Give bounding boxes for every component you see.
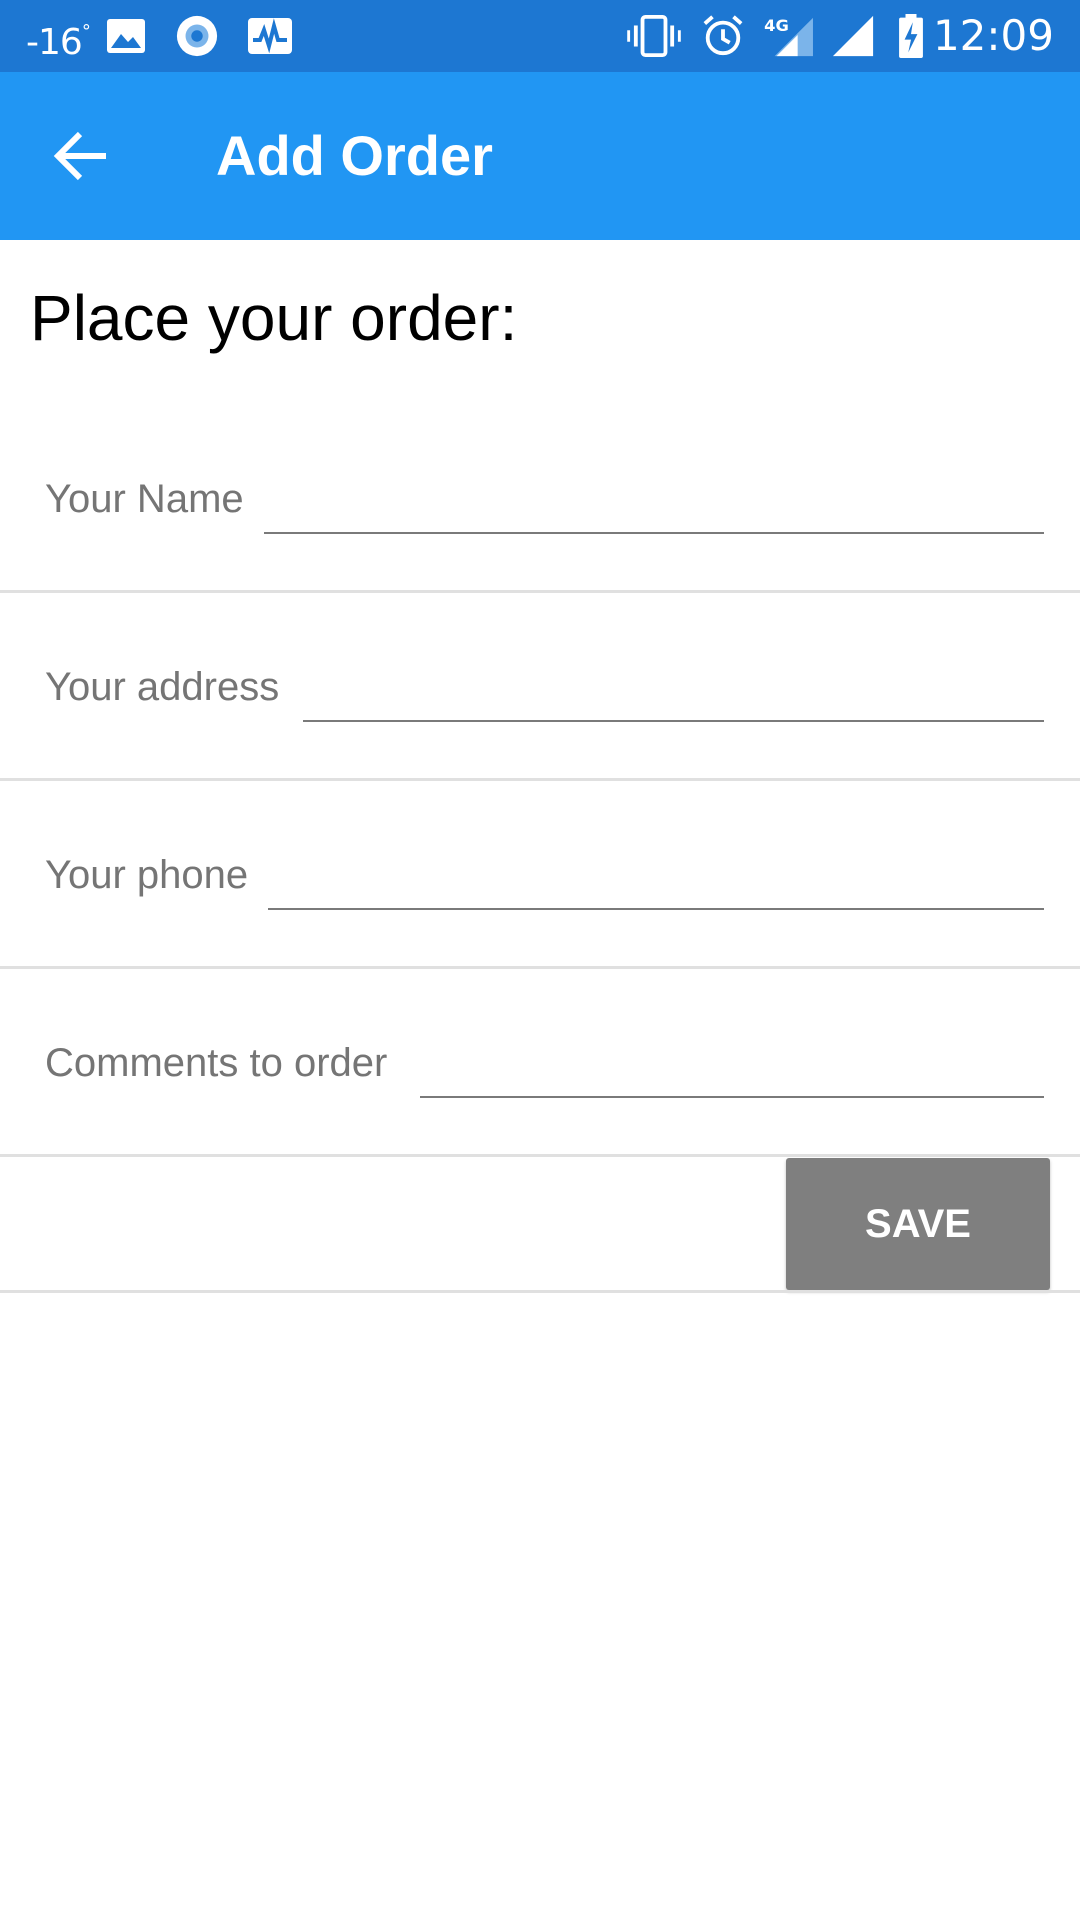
degree-symbol: ° xyxy=(81,21,91,42)
signal-icon xyxy=(832,15,874,57)
divider xyxy=(0,1154,1080,1157)
form-heading: Place your order: xyxy=(30,282,518,354)
alarm-icon xyxy=(703,15,743,56)
vibrate-icon xyxy=(627,14,681,58)
page-title: Add Order xyxy=(216,124,493,187)
status-clock: 12:09 xyxy=(932,11,1054,60)
phone-input[interactable] xyxy=(268,850,1044,910)
network-type-label: 4G xyxy=(764,16,789,35)
name-row: Your Name xyxy=(0,474,1080,662)
comments-input[interactable] xyxy=(420,1038,1044,1098)
status-bar: -16° 4G 12:09 xyxy=(0,0,1080,72)
name-input[interactable] xyxy=(264,474,1044,534)
battery-charging-icon xyxy=(899,14,923,58)
address-row: Your address xyxy=(0,662,1080,850)
temperature-value: -16 xyxy=(26,22,83,63)
comments-label: Comments to order xyxy=(45,1041,388,1085)
image-icon xyxy=(107,19,145,53)
activity-chart-icon xyxy=(248,18,292,54)
divider xyxy=(0,966,1080,969)
save-button[interactable]: SAVE xyxy=(786,1158,1050,1290)
signal-4g-icon: 4G xyxy=(764,16,813,57)
divider xyxy=(0,590,1080,593)
name-label: Your Name xyxy=(45,477,244,521)
app-bar: Add Order xyxy=(0,72,1080,240)
divider xyxy=(0,778,1080,781)
address-input[interactable] xyxy=(303,662,1044,722)
address-label: Your address xyxy=(45,665,280,709)
phone-label: Your phone xyxy=(45,853,249,897)
temperature-indicator: -16° xyxy=(26,12,91,67)
arrow-left-icon[interactable] xyxy=(52,126,112,186)
phone-row: Your phone xyxy=(0,850,1080,1038)
circle-notification-icon xyxy=(176,15,218,57)
divider xyxy=(0,1290,1080,1293)
